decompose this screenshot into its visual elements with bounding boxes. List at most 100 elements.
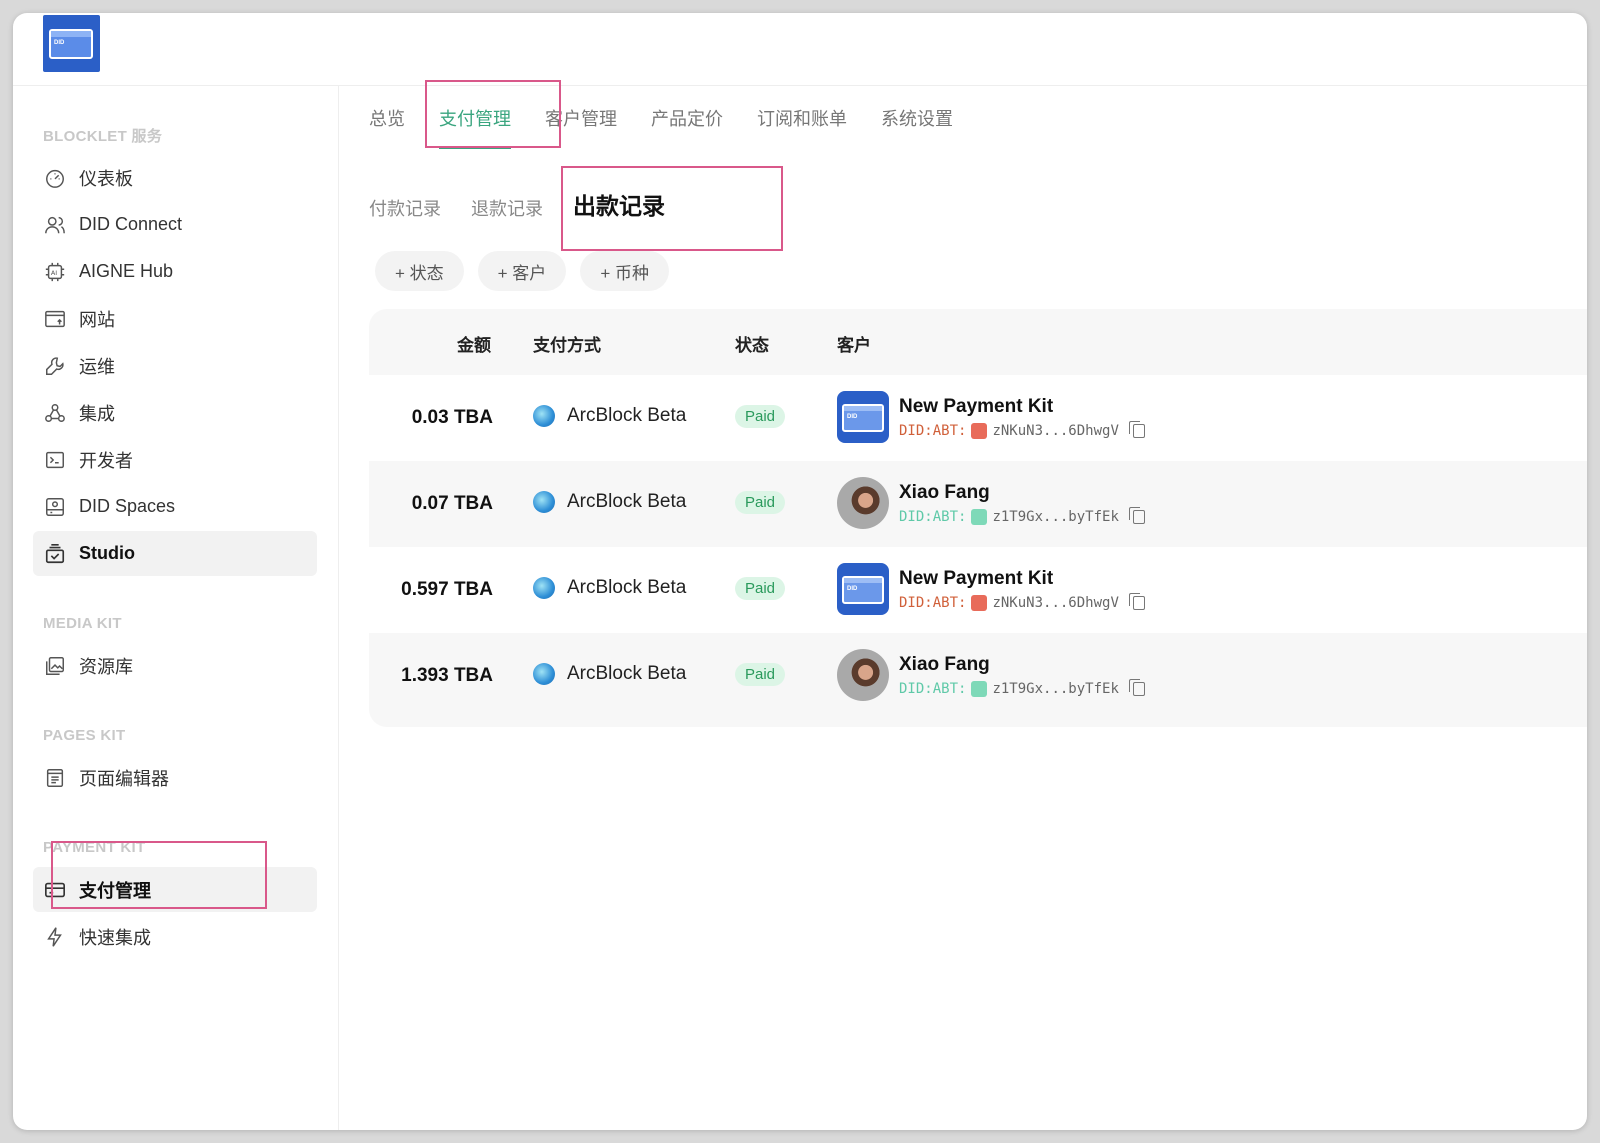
copy-icon[interactable] bbox=[1128, 506, 1145, 524]
tab-payment-management[interactable]: 支付管理 bbox=[439, 105, 511, 149]
status-badge: Paid bbox=[735, 405, 786, 428]
sidebar-item-label: 支付管理 bbox=[79, 880, 151, 901]
wrench-icon bbox=[43, 354, 67, 378]
tab-product-pricing[interactable]: 产品定价 bbox=[651, 105, 723, 141]
status-badge: Paid bbox=[735, 491, 786, 514]
subtab-refunds[interactable]: 退款记录 bbox=[471, 195, 543, 221]
table-row[interactable]: 0.597 TBA ArcBlock Beta Paid DID New Pay… bbox=[369, 547, 1587, 633]
sidebar-section-pages-kit: PAGES KIT bbox=[43, 727, 126, 744]
sidebar-item-label: 页面编辑器 bbox=[79, 768, 169, 789]
sidebar-item-ops[interactable]: 运维 bbox=[33, 343, 317, 388]
sidebar-item-did-spaces[interactable]: DID Spaces bbox=[33, 484, 317, 529]
svg-text:AI: AI bbox=[51, 268, 57, 276]
sidebar-item-label: 资源库 bbox=[79, 656, 133, 677]
did-prefix: DID:ABT: bbox=[899, 422, 967, 439]
row-payment-method: ArcBlock Beta bbox=[533, 577, 686, 599]
app-logo[interactable]: DID bbox=[43, 15, 100, 72]
filter-customer-button[interactable]: + 客户 bbox=[477, 251, 567, 291]
arcblock-icon bbox=[533, 577, 555, 599]
column-header-amount[interactable]: 金额 bbox=[457, 331, 491, 356]
main-tabs: 总览 支付管理 客户管理 产品定价 订阅和账单 系统设置 bbox=[369, 105, 987, 149]
did-address: z1T9Gx...byTfEk bbox=[992, 508, 1119, 525]
did-address: zNKuN3...6DhwgV bbox=[992, 422, 1119, 439]
payment-method-label: ArcBlock Beta bbox=[567, 577, 687, 598]
sidebar: BLOCKLET 服务 仪表板 DID Connect AI AIGNE Hub… bbox=[13, 85, 339, 1130]
sidebar-item-label: 开发者 bbox=[79, 450, 133, 471]
logo-text: DID bbox=[54, 40, 65, 46]
did-address: zNKuN3...6DhwgV bbox=[992, 594, 1119, 611]
did-prefix: DID:ABT: bbox=[899, 508, 967, 525]
terminal-icon bbox=[43, 448, 67, 472]
customer-name: New Payment Kit bbox=[899, 567, 1054, 589]
did-avatar-icon bbox=[971, 680, 988, 697]
filter-bar: + 状态 + 客户 + 币种 bbox=[375, 251, 683, 291]
arcblock-icon bbox=[533, 491, 555, 513]
column-header-method[interactable]: 支付方式 bbox=[533, 331, 601, 356]
sidebar-item-dashboard[interactable]: 仪表板 bbox=[33, 155, 317, 200]
webhook-icon bbox=[43, 401, 67, 425]
sidebar-item-website[interactable]: 网站 bbox=[33, 296, 317, 341]
tab-system-settings[interactable]: 系统设置 bbox=[881, 105, 953, 141]
did-avatar-icon bbox=[971, 594, 988, 611]
did-line: DID:ABT: zNKuN3...6DhwgV bbox=[899, 420, 1145, 439]
row-payment-method: ArcBlock Beta bbox=[533, 405, 686, 427]
avatar-text: DID bbox=[847, 414, 858, 420]
app-window: DID BLOCKLET 服务 仪表板 DID Connect AI AIGNE… bbox=[13, 13, 1587, 1130]
did-line: DID:ABT: z1T9Gx...byTfEk bbox=[899, 678, 1145, 697]
table-row[interactable]: 0.07 TBA ArcBlock Beta Paid Xiao Fang DI… bbox=[369, 461, 1587, 547]
status-badge: Paid bbox=[735, 577, 786, 600]
row-customer[interactable]: Xiao Fang DID:ABT: z1T9Gx...byTfEk bbox=[837, 649, 1145, 701]
arcblock-icon bbox=[533, 405, 555, 427]
sidebar-item-label: DID Spaces bbox=[79, 496, 176, 516]
copy-icon[interactable] bbox=[1128, 420, 1145, 438]
sidebar-item-resource-library[interactable]: 资源库 bbox=[33, 643, 317, 688]
sidebar-item-payment-management[interactable]: 支付管理 bbox=[33, 867, 317, 912]
sidebar-item-quick-integration[interactable]: 快速集成 bbox=[33, 914, 317, 959]
tab-customer-management[interactable]: 客户管理 bbox=[545, 105, 617, 141]
row-customer[interactable]: DID New Payment Kit DID:ABT: zNKuN3...6Dh… bbox=[837, 391, 1145, 443]
tab-overview[interactable]: 总览 bbox=[369, 105, 405, 141]
row-payment-method: ArcBlock Beta bbox=[533, 663, 686, 685]
table-row[interactable]: 0.03 TBA ArcBlock Beta Paid DID New Paym… bbox=[369, 375, 1587, 461]
sidebar-item-developer[interactable]: 开发者 bbox=[33, 437, 317, 482]
sidebar-item-did-connect[interactable]: DID Connect bbox=[33, 202, 317, 247]
filter-currency-button[interactable]: + 币种 bbox=[580, 251, 669, 291]
table-row[interactable]: 1.393 TBA ArcBlock Beta Paid Xiao Fang D… bbox=[369, 633, 1587, 719]
dashboard-icon bbox=[43, 166, 67, 190]
did-avatar-icon bbox=[971, 508, 988, 525]
customer-name: Xiao Fang bbox=[899, 653, 990, 675]
avatar: DID bbox=[837, 563, 889, 615]
sidebar-item-label: 网站 bbox=[79, 309, 115, 330]
copy-icon[interactable] bbox=[1128, 678, 1145, 696]
row-customer[interactable]: DID New Payment Kit DID:ABT: zNKuN3...6Dh… bbox=[837, 563, 1145, 615]
row-amount: 1.393 TBA bbox=[401, 665, 493, 686]
payment-method-label: ArcBlock Beta bbox=[567, 663, 687, 684]
page-editor-icon bbox=[43, 766, 67, 790]
sidebar-item-label: Studio bbox=[79, 543, 135, 563]
payment-method-label: ArcBlock Beta bbox=[567, 491, 687, 512]
column-header-customer[interactable]: 客户 bbox=[837, 331, 871, 356]
tab-subscriptions-billing[interactable]: 订阅和账单 bbox=[757, 105, 847, 141]
sidebar-item-label: 集成 bbox=[79, 403, 115, 424]
did-line: DID:ABT: zNKuN3...6DhwgV bbox=[899, 592, 1145, 611]
logo-card-icon: DID bbox=[49, 29, 93, 59]
payouts-table: 金额 支付方式 状态 客户 0.03 TBA ArcBlock Beta Pai… bbox=[369, 309, 1587, 727]
filter-status-button[interactable]: + 状态 bbox=[375, 251, 464, 291]
avatar bbox=[837, 477, 889, 529]
status-badge: Paid bbox=[735, 663, 786, 686]
copy-icon[interactable] bbox=[1128, 592, 1145, 610]
sidebar-item-aigne-hub[interactable]: AI AIGNE Hub bbox=[33, 249, 317, 294]
subtab-payouts[interactable]: 出款记录 bbox=[573, 187, 665, 221]
customer-name: Xiao Fang bbox=[899, 481, 990, 503]
sidebar-item-studio[interactable]: Studio bbox=[33, 531, 317, 576]
row-customer[interactable]: Xiao Fang DID:ABT: z1T9Gx...byTfEk bbox=[837, 477, 1145, 529]
sidebar-section-blocklet: BLOCKLET 服务 bbox=[43, 128, 163, 145]
subtab-payments[interactable]: 付款记录 bbox=[369, 195, 441, 221]
column-header-status[interactable]: 状态 bbox=[735, 331, 769, 356]
sidebar-item-integration[interactable]: 集成 bbox=[33, 390, 317, 435]
payment-card-icon bbox=[43, 878, 67, 902]
sidebar-item-label: 仪表板 bbox=[79, 168, 133, 189]
sidebar-item-page-editor[interactable]: 页面编辑器 bbox=[33, 755, 317, 800]
did-prefix: DID:ABT: bbox=[899, 680, 967, 697]
lightning-icon bbox=[43, 925, 67, 949]
